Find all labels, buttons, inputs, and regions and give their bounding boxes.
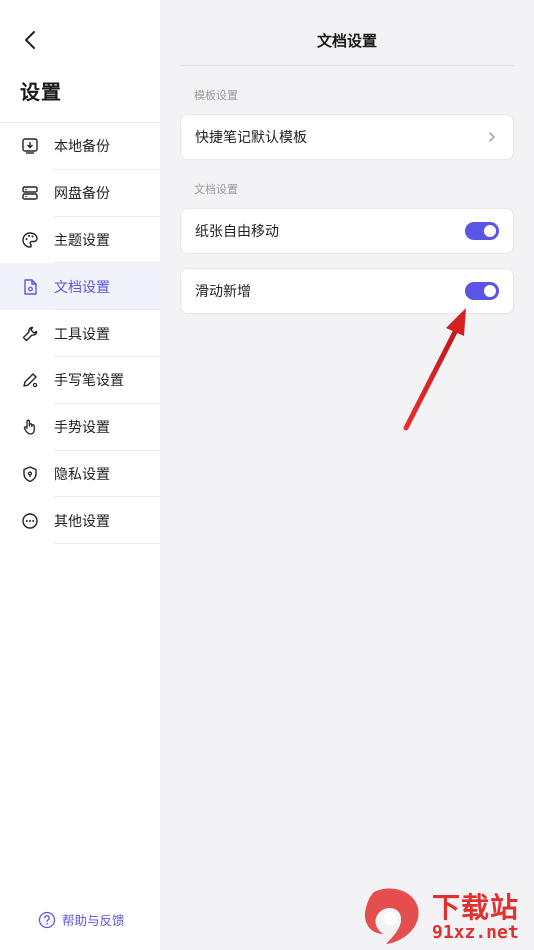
- sidebar-item-label: 工具设置: [54, 326, 110, 343]
- sidebar-title: 设置: [20, 80, 62, 104]
- swipe-add-label: 滑动新增: [195, 284, 251, 300]
- sidebar-item-tools[interactable]: 工具设置: [0, 310, 160, 357]
- sidebar-item-local-backup[interactable]: 本地备份: [0, 123, 160, 170]
- settings-sidebar: 设置 本地备份 网盘备份 主题设置 文档设置 工具设置 手写笔设置 手势设置 隐…: [0, 0, 160, 950]
- sidebar-item-cloud-backup[interactable]: 网盘备份: [0, 170, 160, 217]
- watermark-logo: [364, 888, 419, 944]
- pen-icon: [20, 370, 40, 390]
- swipe-add-row: 滑动新增: [180, 268, 514, 314]
- help-feedback-link[interactable]: 帮助与反馈: [38, 910, 125, 929]
- sidebar-item-privacy[interactable]: 隐私设置: [0, 451, 160, 498]
- sidebar-item-document-settings[interactable]: 文档设置: [0, 263, 160, 311]
- sidebar-item-label: 网盘备份: [54, 186, 110, 203]
- sidebar-item-label: 本地备份: [54, 139, 110, 156]
- shield-icon: [20, 464, 40, 484]
- chevron-right-icon: [485, 130, 499, 144]
- toggle-knob: [484, 225, 496, 237]
- page-title: 文档设置: [316, 32, 377, 50]
- document-settings-panel: 文档设置 模板设置 快捷笔记默认模板 文档设置 纸张自由移动 滑动新增: [160, 0, 534, 950]
- local-backup-icon: [20, 136, 40, 156]
- paper-free-move-label: 纸张自由移动: [195, 224, 279, 240]
- sidebar-item-stylus[interactable]: 手写笔设置: [0, 357, 160, 404]
- sidebar-item-label: 主题设置: [54, 232, 110, 249]
- hand-gesture-icon: [20, 417, 40, 437]
- sidebar-item-label: 文档设置: [54, 279, 110, 296]
- watermark-text-bottom: 91xz.net: [432, 922, 519, 943]
- sidebar-item-label: 隐私设置: [54, 466, 110, 483]
- sidebar-item-theme[interactable]: 主题设置: [0, 217, 160, 264]
- wrench-icon: [20, 324, 40, 344]
- quick-note-template-row[interactable]: 快捷笔记默认模板: [180, 114, 514, 160]
- paper-free-move-row: 纸张自由移动: [180, 208, 514, 254]
- section-label-template: 模板设置: [194, 89, 238, 102]
- sidebar-item-label: 手写笔设置: [54, 373, 124, 390]
- section-label-document: 文档设置: [194, 183, 238, 196]
- document-settings-icon: [20, 277, 40, 297]
- more-icon: [20, 511, 40, 531]
- chevron-left-icon: [25, 31, 35, 49]
- watermark: 下载站 91xz.net: [360, 884, 534, 950]
- title-divider: [180, 65, 514, 66]
- help-question-icon: [38, 911, 56, 929]
- sidebar-item-label: 手势设置: [54, 420, 110, 437]
- settings-nav: 本地备份 网盘备份 主题设置 文档设置 工具设置 手写笔设置 手势设置 隐私设置…: [0, 122, 160, 544]
- help-feedback-label: 帮助与反馈: [62, 913, 125, 928]
- toggle-knob: [484, 285, 496, 297]
- sidebar-item-gesture[interactable]: 手势设置: [0, 404, 160, 451]
- watermark-text-top: 下载站: [432, 891, 520, 924]
- paper-free-move-toggle[interactable]: [465, 222, 499, 240]
- back-button[interactable]: [18, 28, 42, 52]
- sidebar-item-other[interactable]: 其他设置: [0, 497, 160, 544]
- palette-icon: [20, 230, 40, 250]
- quick-note-template-label: 快捷笔记默认模板: [195, 130, 307, 146]
- swipe-add-toggle[interactable]: [465, 282, 499, 300]
- cloud-backup-icon: [20, 183, 40, 203]
- sidebar-item-label: 其他设置: [54, 513, 110, 530]
